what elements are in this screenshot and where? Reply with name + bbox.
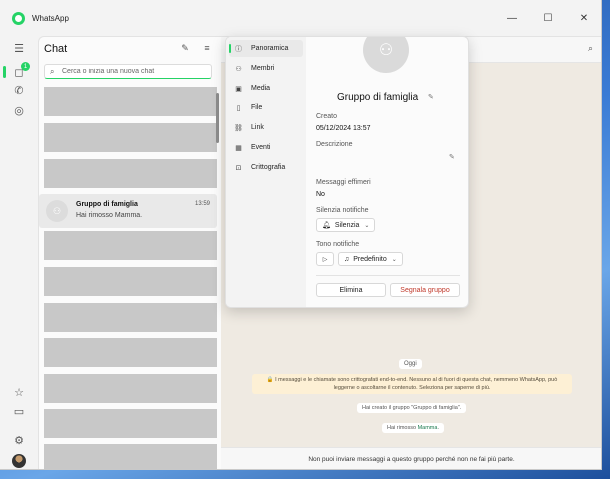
report-group-button[interactable]: Segnala gruppo — [390, 283, 460, 297]
tab-file[interactable]: ▯ File — [229, 99, 303, 116]
system-message: Hai creato il gruppo "Gruppo di famiglia… — [357, 403, 467, 413]
chevron-down-icon: ⌄ — [364, 222, 370, 229]
tone-value: Predefinito — [353, 255, 387, 263]
group-avatar-icon[interactable]: ⚇ — [363, 37, 409, 73]
tab-membri[interactable]: ⚇ Membri — [229, 60, 303, 77]
composer-disabled-notice: Non puoi inviare messaggi a questo grupp… — [221, 447, 601, 469]
whatsapp-logo-icon — [12, 11, 25, 25]
bell-icon: 🔔︎ — [322, 222, 331, 229]
chevron-down-icon: ⌄ — [391, 256, 397, 263]
ephemeral-value[interactable]: No — [316, 191, 325, 198]
tab-panoramica[interactable]: ⓘ Panoramica — [229, 40, 303, 57]
removed-member-name: Mamma — [417, 425, 438, 431]
close-button[interactable]: ✕ — [566, 0, 601, 36]
link-icon: ⛓ — [234, 124, 243, 132]
ephemeral-label: Messaggi effimeri — [316, 179, 371, 186]
search-box[interactable]: ⌕ — [44, 64, 212, 79]
list-item[interactable] — [44, 159, 217, 188]
list-item[interactable] — [44, 303, 217, 332]
edit-name-icon[interactable]: ✎ — [428, 93, 434, 101]
day-separator: Oggi — [399, 359, 422, 369]
whatsapp-window: WhatsApp — ☐ ✕ ☰ ◻ 1 ✆ ◎ ☆ ▭ ⚙ Chat ✎ ≡ … — [0, 0, 602, 470]
play-icon: ▷ — [322, 256, 328, 263]
chat-list-scrollbar[interactable] — [216, 93, 219, 143]
tab-link[interactable]: ⛓ Link — [229, 119, 303, 136]
mute-button[interactable]: 🔔︎ Silenzia ⌄ — [316, 218, 376, 232]
created-value: 05/12/2024 13:57 — [316, 125, 371, 132]
status-icon[interactable]: ◎ — [11, 102, 27, 118]
settings-icon[interactable]: ⚙ — [11, 432, 27, 448]
title-bar: WhatsApp — ☐ ✕ — [0, 0, 601, 36]
info-icon: ⓘ — [235, 45, 242, 53]
list-item[interactable] — [44, 87, 217, 116]
menu-icon[interactable]: ☰ — [11, 40, 27, 56]
search-icon[interactable]: ⌕ — [588, 43, 593, 54]
maximize-button[interactable]: ☐ — [530, 0, 566, 36]
encryption-notice[interactable]: 🔒 I messaggi e le chiamate sono crittogr… — [252, 374, 572, 394]
members-icon: ⚇ — [235, 65, 242, 73]
calls-icon[interactable]: ✆ — [11, 82, 27, 98]
system-message-text: . — [437, 425, 439, 431]
unread-badge: 1 — [21, 62, 30, 71]
search-input[interactable] — [62, 68, 207, 75]
chat-item-gruppo-di-famiglia[interactable]: ⚇ Gruppo di famiglia 13:59 Hai rimosso M… — [39, 194, 217, 228]
profile-avatar[interactable] — [12, 454, 26, 468]
list-item[interactable] — [44, 267, 217, 296]
filter-icon[interactable]: ≡ — [201, 43, 213, 54]
chat-list-panel: Chat ✎ ≡ ⌕ ⚇ Gruppo di famiglia 13:59 Ha… — [38, 36, 221, 469]
music-note-icon: ♫ — [344, 255, 350, 263]
chat-name: Gruppo di famiglia — [76, 201, 138, 208]
starred-icon[interactable]: ☆ — [11, 384, 27, 400]
mute-label: Silenzia notifiche — [316, 207, 369, 214]
edit-description-icon[interactable]: ✎ — [449, 153, 455, 161]
chat-preview: Hai rimosso Mamma. — [76, 212, 143, 219]
calendar-icon: ▦ — [235, 144, 242, 152]
chat-time: 13:59 — [194, 201, 210, 207]
active-indicator — [3, 66, 6, 78]
list-item[interactable] — [44, 231, 217, 260]
new-chat-icon[interactable]: ✎ — [179, 43, 191, 54]
search-icon: ⌕ — [50, 66, 55, 76]
list-item[interactable] — [44, 444, 217, 469]
tone-select[interactable]: ♫ Predefinito ⌄ — [338, 252, 403, 266]
group-avatar-icon: ⚇ — [46, 200, 68, 222]
play-tone-button[interactable]: ▷ — [316, 252, 334, 266]
tab-eventi[interactable]: ▦ Eventi — [229, 139, 303, 156]
media-icon: ▣ — [235, 85, 242, 93]
tone-label: Tono notifiche — [316, 241, 360, 248]
group-overview: ⚇ Gruppo di famiglia ✎ Creato 05/12/2024… — [306, 37, 468, 307]
lock-icon: ⊡ — [235, 164, 242, 172]
chat-list-actions: ✎ ≡ — [179, 43, 213, 54]
navigation-rail: ☰ ◻ 1 ✆ ◎ ☆ ▭ ⚙ — [0, 36, 38, 469]
system-message-text: Hai rimosso — [387, 425, 418, 431]
list-item[interactable] — [44, 123, 217, 152]
list-item[interactable] — [44, 409, 217, 438]
window-title: WhatsApp — [32, 13, 69, 23]
list-item[interactable] — [44, 338, 217, 367]
tab-media[interactable]: ▣ Media — [229, 80, 303, 97]
archive-icon[interactable]: ▭ — [11, 403, 27, 419]
created-label: Creato — [316, 113, 338, 120]
mute-button-label: Silenzia — [334, 221, 360, 229]
group-info-nav: ⓘ Panoramica ⚇ Membri ▣ Media ▯ File ⛓ L… — [226, 37, 306, 307]
file-icon: ▯ — [236, 104, 241, 112]
tab-crittografia[interactable]: ⊡ Crittografia — [229, 159, 303, 176]
chat-list-title: Chat — [44, 43, 68, 55]
group-info-panel: ⓘ Panoramica ⚇ Membri ▣ Media ▯ File ⛓ L… — [225, 36, 469, 308]
divider — [316, 275, 460, 276]
system-message: Hai rimosso Mamma. — [382, 423, 444, 433]
window-controls: — ☐ ✕ — [494, 0, 601, 36]
group-name: Gruppo di famiglia — [337, 92, 419, 103]
delete-group-button[interactable]: Elimina — [316, 283, 386, 297]
list-item[interactable] — [44, 374, 217, 403]
minimize-button[interactable]: — — [494, 0, 530, 36]
description-label: Descrizione — [316, 141, 353, 148]
